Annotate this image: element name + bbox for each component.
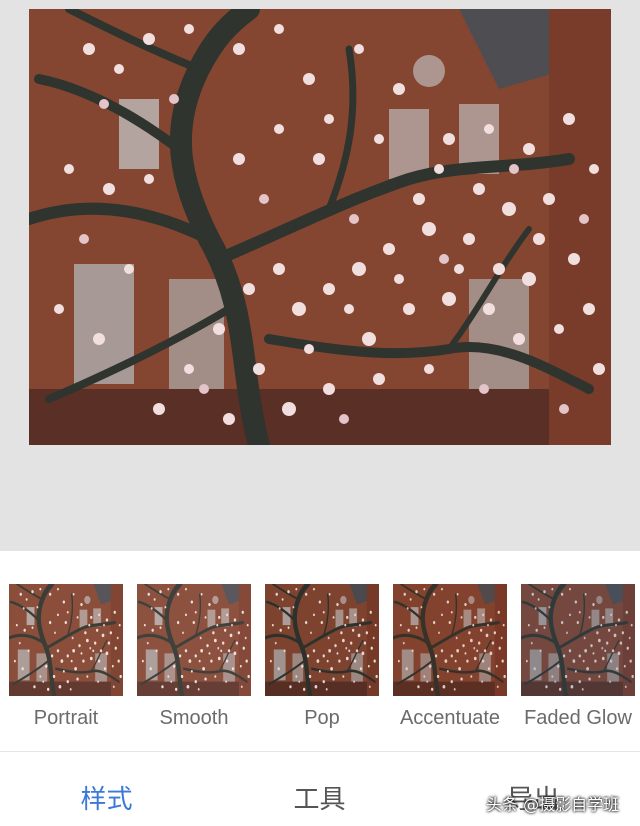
filter-thumbnail[interactable] [265, 584, 379, 696]
filter-thumbnail[interactable] [137, 584, 251, 696]
filter-label: Faded Glow [524, 707, 632, 729]
filter-thumbnail[interactable] [521, 584, 635, 696]
photo-canvas [0, 0, 640, 551]
filter-label: Smooth [159, 707, 229, 729]
tab-styles[interactable]: 样式 [0, 779, 213, 816]
filter-portrait[interactable]: Portrait [9, 584, 123, 730]
filter-smooth[interactable]: Smooth [137, 584, 251, 730]
filter-accentuate[interactable]: Accentuate [393, 584, 507, 730]
filter-thumbnail[interactable] [9, 584, 123, 696]
filter-thumbnail[interactable] [393, 584, 507, 696]
main-photo [29, 9, 611, 445]
filter-faded-glow[interactable]: Faded Glow [521, 584, 635, 730]
watermark: 头条 @摄影自学班 [486, 795, 620, 814]
filter-strip: Portrait Smooth Pop Accentuate Faded Glo… [0, 551, 640, 751]
tab-tools[interactable]: 工具 [213, 779, 426, 816]
filter-label: Accentuate [399, 707, 501, 729]
filter-label: Portrait [33, 707, 99, 729]
filter-label: Pop [304, 707, 340, 729]
filter-pop[interactable]: Pop [265, 584, 379, 730]
